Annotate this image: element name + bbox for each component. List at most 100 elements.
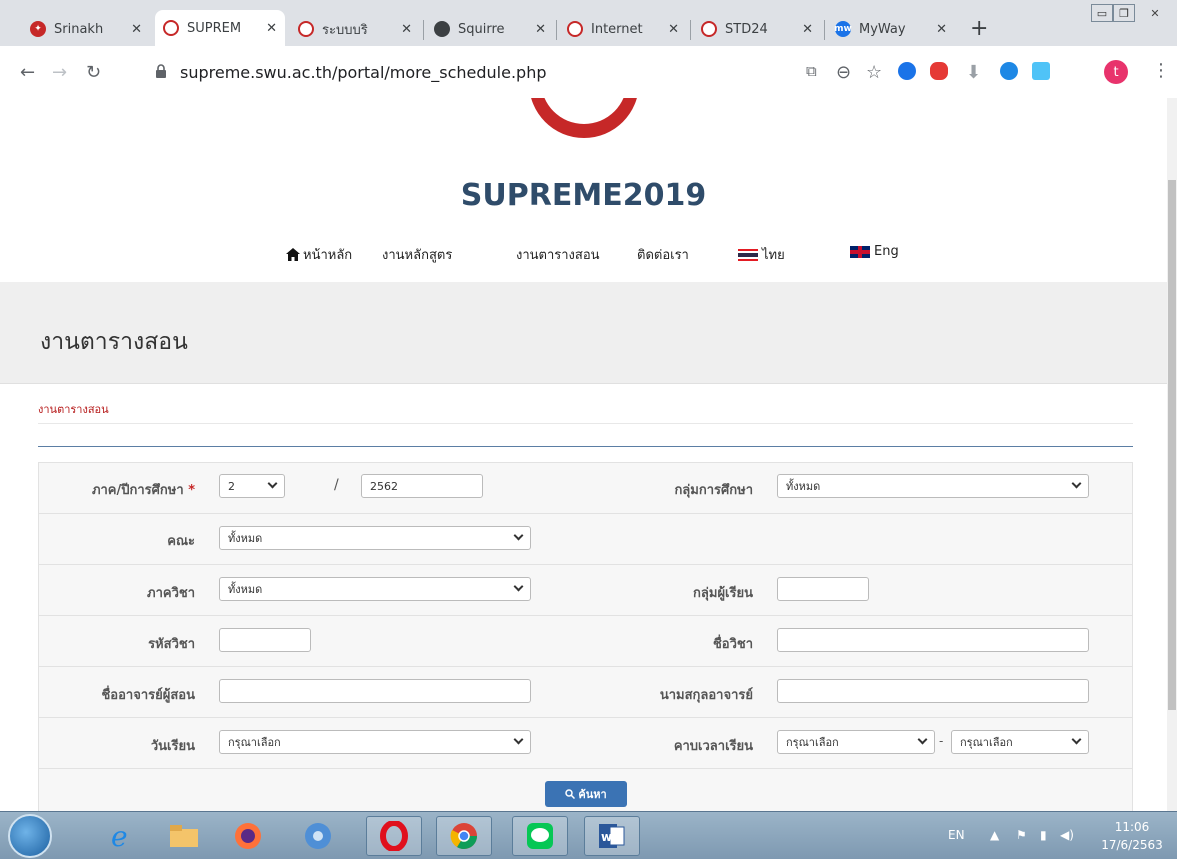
clock-date: 17/6/2563 [1101,838,1163,852]
instructor-first-name-input[interactable] [219,679,531,703]
department-label: ภาควิชา [147,586,195,601]
period-label: คาบเวลาเรียน [673,739,753,754]
instructor-first-name-label: ชื่ออาจารย์ผู้สอน [101,688,195,703]
browser-tab-1[interactable]: ✦ Srinakh ✕ [22,12,150,46]
faculty-select[interactable]: ทั้งหมด [219,526,531,550]
chevron-down-icon [1071,734,1082,745]
close-tab-icon[interactable]: ✕ [401,22,412,37]
nav-curriculum[interactable]: งานหลักสูตร [382,244,452,265]
search-button[interactable]: ค้นหา [545,781,627,807]
chromium-taskbar-icon[interactable] [290,816,346,856]
day-select[interactable]: กรุณาเลือก [219,730,531,754]
student-group-input[interactable] [777,577,869,601]
breadcrumb[interactable]: งานตารางสอน [38,400,109,418]
download-icon[interactable]: ⬇ [966,62,981,83]
divider-accent [38,446,1133,447]
new-tab-button[interactable]: + [970,16,988,41]
word-taskbar-icon[interactable]: w [584,816,640,856]
extension-square-icon[interactable] [1032,62,1050,80]
internet-explorer-taskbar-icon[interactable]: e [92,816,148,856]
tab-separator [824,20,825,40]
volume-icon[interactable]: ◀) [1060,828,1074,842]
extension-lips-icon[interactable] [930,62,948,80]
browser-tab-4[interactable]: Squirre ✕ [426,12,554,46]
chevron-down-icon [513,530,524,541]
close-tab-icon[interactable]: ✕ [131,22,142,37]
semester-label: ภาค/ปีการศึกษา * [91,483,195,498]
browser-menu-icon[interactable]: ⋮ [1152,60,1170,81]
taskbar-clock[interactable]: 11:06 17/6/2563 [1090,818,1174,854]
chrome-taskbar-icon[interactable] [436,816,492,856]
form-row-faculty: คณะ ทั้งหมด [39,514,1132,565]
nav-lang-eng[interactable]: Eng [850,244,899,259]
bookmark-star-icon[interactable]: ☆ [866,62,882,83]
browser-tab-5[interactable]: Internet ✕ [559,12,687,46]
close-tab-icon[interactable]: ✕ [266,21,277,36]
input-language[interactable]: EN [948,828,965,842]
forward-icon[interactable]: → [52,62,67,83]
back-icon[interactable]: ← [20,62,35,83]
form-row-instructor: ชื่ออาจารย์ผู้สอน นามสกุลอาจารย์ [39,667,1132,718]
course-code-input[interactable] [219,628,311,652]
nav-schedule[interactable]: งานตารางสอน [516,244,600,265]
close-window-icon[interactable]: ✕ [1135,4,1175,22]
clock-time: 11:06 [1114,820,1150,834]
faculty-label: คณะ [167,534,195,549]
browser-tab-6[interactable]: STD24 ✕ [693,12,821,46]
close-tab-icon[interactable]: ✕ [668,22,679,37]
profile-avatar[interactable]: t [1104,60,1128,84]
browser-tab-2-active[interactable]: SUPREM ✕ [155,10,285,46]
nav-contact[interactable]: ติดต่อเรา [637,244,689,265]
line-taskbar-icon[interactable] [512,816,568,856]
nav-schedule-label: งานตารางสอน [516,248,600,263]
close-tab-icon[interactable]: ✕ [535,22,546,37]
period-range-dash: - [939,734,944,748]
page-title: งานตารางสอน [40,329,188,355]
chevron-down-icon [513,734,524,745]
lock-icon [156,64,166,78]
file-explorer-taskbar-icon[interactable] [156,816,212,856]
reload-icon[interactable]: ↻ [86,62,101,83]
network-icon[interactable]: ▮ [1040,828,1047,842]
divider [38,423,1133,424]
browser-tab-7[interactable]: mw MyWay ✕ [827,12,955,46]
course-name-input[interactable] [777,628,1089,652]
semester-select[interactable]: 2 [219,474,285,498]
globe-icon [434,21,450,37]
start-button[interactable] [8,814,52,858]
schedule-search-form: ภาค/ปีการศึกษา * 2 / 2562 กลุ่มการศึกษา … [38,462,1133,811]
form-row-semester: ภาค/ปีการศึกษา * 2 / 2562 กลุ่มการศึกษา … [39,463,1132,514]
zoom-icon[interactable]: ⊖ [836,62,851,83]
chevron-down-icon [917,734,928,745]
address-bar[interactable]: supreme.swu.ac.th/portal/more_schedule.p… [180,63,546,82]
course-code-label: รหัสวิชา [148,637,195,652]
extension-blue-icon[interactable] [1000,62,1018,80]
opera-taskbar-icon[interactable] [366,816,422,856]
minimize-icon[interactable]: ▭ [1091,4,1113,22]
instructor-last-name-input[interactable] [777,679,1089,703]
period-from-select[interactable]: กรุณาเลือก [777,730,935,754]
seal-inner [541,98,627,124]
study-group-select[interactable]: ทั้งหมด [777,474,1089,498]
nav-home[interactable]: หน้าหลัก [286,244,352,265]
chevron-down-icon [1071,478,1082,489]
svg-text:w: w [601,830,612,844]
translate-icon[interactable]: ⧉ [806,62,817,80]
browser-tab-3[interactable]: ระบบบริ ✕ [290,12,420,46]
close-tab-icon[interactable]: ✕ [802,22,813,37]
period-to-select[interactable]: กรุณาเลือก [951,730,1089,754]
department-select[interactable]: ทั้งหมด [219,577,531,601]
close-tab-icon[interactable]: ✕ [936,22,947,37]
extension-search-icon[interactable] [898,62,916,80]
required-mark: * [188,483,195,498]
show-hidden-icons-icon[interactable]: ▲ [990,828,999,842]
srinakharinwirot-favicon-icon: ✦ [30,21,46,37]
nav-lang-thai[interactable]: ไทย [738,244,785,265]
site-title: SUPREME2019 [460,178,707,213]
page-scrollbar-thumb[interactable] [1168,180,1176,710]
study-group-label: กลุ่มการศึกษา [674,483,753,498]
firefox-taskbar-icon[interactable] [220,816,276,856]
academic-year-input[interactable]: 2562 [361,474,483,498]
action-center-flag-icon[interactable]: ⚑ [1016,828,1027,842]
restore-icon[interactable]: ❐ [1113,4,1135,22]
